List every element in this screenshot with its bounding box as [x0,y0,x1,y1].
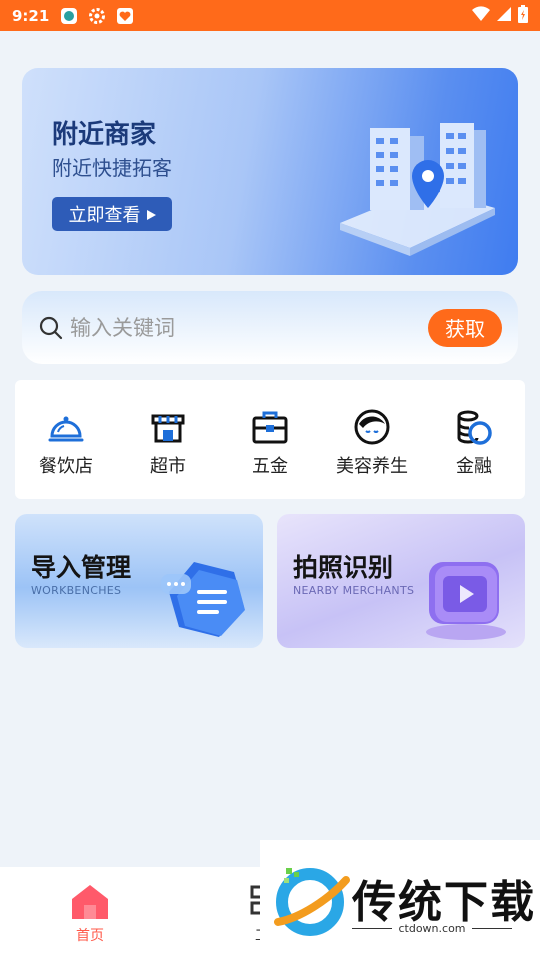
cell-signal-icon [496,6,512,26]
play-arrow-icon [146,204,156,225]
wifi-icon [472,5,490,26]
category-label: 五金 [252,456,288,477]
fetch-button[interactable]: 获取 [428,308,502,347]
banner-subtitle: 附近快捷拓客 [52,156,172,180]
watermark-overlay: 传统下载 ctdown.com [260,840,540,960]
watermark-url: ctdown.com [398,922,466,935]
card-title: 拍照识别 [293,553,394,582]
store-icon [151,414,185,443]
status-time: 9:21 [12,6,50,25]
beauty-face-icon [354,409,390,445]
chat-message-icon [161,562,245,637]
home-icon [72,885,108,919]
import-management-card[interactable]: 导入管理 WORKBENCHES [15,514,263,648]
category-beauty[interactable]: 美容养生 [324,408,420,478]
watermark-brand: 传统下载 [352,877,536,928]
dining-bell-icon [48,416,84,442]
city-location-illustration [340,123,495,256]
category-label: 金融 [456,456,492,477]
card-title: 导入管理 [31,553,132,582]
view-now-label: 立即查看 [68,205,141,226]
settings-gear-icon [87,6,107,26]
category-label: 美容养生 [336,456,408,477]
card-subtitle: NEARBY MERCHANTS [293,584,415,597]
coins-icon [457,410,492,445]
battery-icon [518,4,528,27]
video-play-icon [426,562,506,640]
category-label: 餐饮店 [39,456,93,477]
nav-home-tab[interactable]: 首页 [60,883,120,945]
watermark-url-row: ctdown.com [352,922,512,935]
view-now-button[interactable]: 立即查看 [52,197,172,231]
category-grid: 餐饮店 超市 五金 美容养生 金融 [15,380,525,499]
toolbox-icon [252,411,288,444]
banner-title: 附近商家 [52,120,157,150]
search-bar: 获取 [22,291,518,364]
photo-recognition-card[interactable]: 拍照识别 NEARBY MERCHANTS [277,514,525,648]
category-hardware[interactable]: 五金 [222,408,318,478]
nearby-merchants-banner[interactable]: 附近商家 附近快捷拓客 立即查看 [22,68,518,275]
ctdown-logo-icon [274,868,350,936]
category-finance[interactable]: 金融 [426,408,522,478]
category-dining[interactable]: 餐饮店 [18,408,114,478]
category-supermarket[interactable]: 超市 [120,408,216,478]
nav-home-label: 首页 [76,928,104,944]
keyword-search-input[interactable] [70,315,428,340]
search-icon [39,316,63,339]
status-bar: 9:21 [0,0,540,31]
card-subtitle: WORKBENCHES [31,584,122,597]
category-label: 超市 [150,456,186,477]
app-notification-icon [59,6,79,26]
health-app-icon [115,6,135,26]
